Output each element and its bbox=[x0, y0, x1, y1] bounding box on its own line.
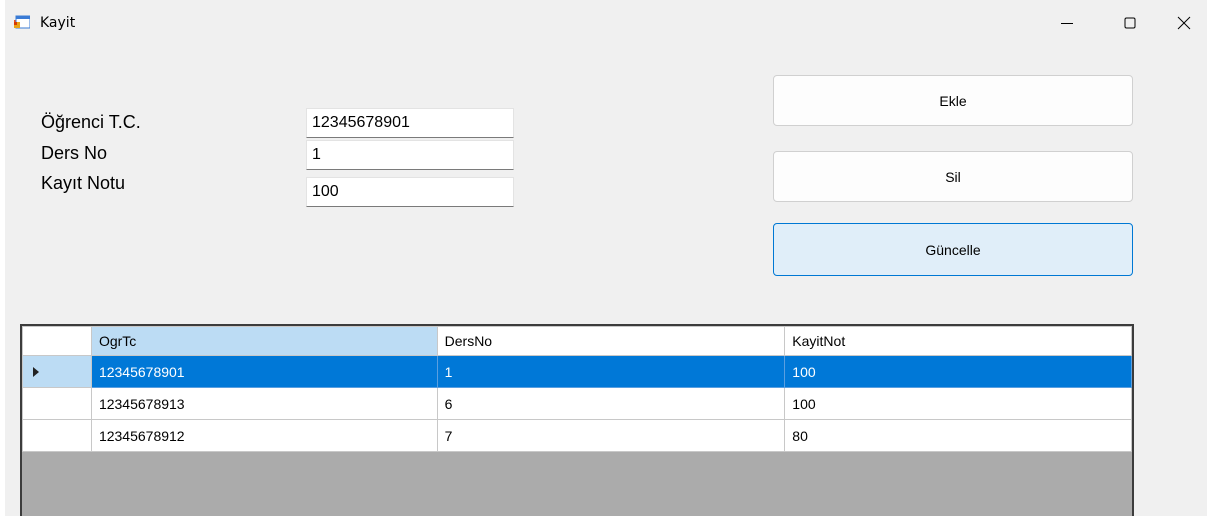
window-title: Kayit bbox=[40, 15, 76, 31]
table-cell[interactable]: 80 bbox=[784, 419, 1132, 452]
kayit-table: OgrTc DersNo KayitNot 12345678901 1 100 … bbox=[22, 326, 1132, 452]
current-row-arrow-icon bbox=[33, 366, 39, 377]
ogrenci-tc-input[interactable] bbox=[306, 108, 514, 138]
table-cell[interactable]: 12345678912 bbox=[90, 419, 438, 452]
header-row: OgrTc DersNo KayitNot bbox=[22, 326, 1132, 356]
column-header-dersno[interactable]: DersNo bbox=[436, 326, 786, 356]
close-icon bbox=[1177, 16, 1190, 30]
table-cell[interactable]: 100 bbox=[784, 387, 1132, 420]
maximize-button[interactable] bbox=[1100, 0, 1160, 46]
table-cell[interactable]: 12345678901 bbox=[90, 355, 438, 388]
maximize-icon bbox=[1124, 17, 1136, 29]
minimize-button[interactable] bbox=[1037, 0, 1097, 46]
guncelle-button[interactable]: Güncelle bbox=[773, 223, 1133, 276]
table-cell[interactable]: 7 bbox=[436, 419, 786, 452]
table-cell[interactable]: 12345678913 bbox=[90, 387, 438, 420]
ekle-button[interactable]: Ekle bbox=[773, 75, 1133, 126]
table-row[interactable]: 12345678912 7 80 bbox=[22, 419, 1132, 452]
sil-button[interactable]: Sil bbox=[773, 151, 1133, 202]
ogrenci-tc-label: Öğrenci T.C. bbox=[41, 112, 141, 132]
row-header-cell[interactable] bbox=[22, 387, 92, 420]
title-bar[interactable]: Kayit bbox=[0, 0, 1207, 46]
table-cell[interactable]: 100 bbox=[784, 355, 1132, 388]
table-cell[interactable]: 6 bbox=[436, 387, 786, 420]
app-form-icon bbox=[14, 15, 30, 29]
kayit-notu-input[interactable] bbox=[306, 177, 514, 207]
table-cell[interactable]: 1 bbox=[436, 355, 786, 388]
kayit-datagrid[interactable]: OgrTc DersNo KayitNot 12345678901 1 100 … bbox=[20, 324, 1134, 516]
ders-no-input[interactable] bbox=[306, 140, 514, 170]
row-header-cell[interactable] bbox=[22, 355, 92, 388]
ders-no-label: Ders No bbox=[41, 143, 108, 163]
row-header-cell[interactable] bbox=[22, 419, 92, 452]
kayit-notu-label: Kayıt Notu bbox=[41, 173, 126, 193]
kayit-window: Kayit Öğrenci T.C. Ders No Kayıt Notu Ek… bbox=[0, 0, 1207, 516]
minimize-icon bbox=[1061, 23, 1073, 24]
column-header-ogrtc[interactable]: OgrTc bbox=[90, 326, 438, 356]
column-header-kayitnot[interactable]: KayitNot bbox=[784, 326, 1132, 356]
table-row[interactable]: 12345678901 1 100 bbox=[22, 355, 1132, 388]
table-row[interactable]: 12345678913 6 100 bbox=[22, 387, 1132, 420]
close-button[interactable] bbox=[1160, 0, 1207, 46]
corner-header-cell[interactable] bbox=[22, 326, 92, 356]
